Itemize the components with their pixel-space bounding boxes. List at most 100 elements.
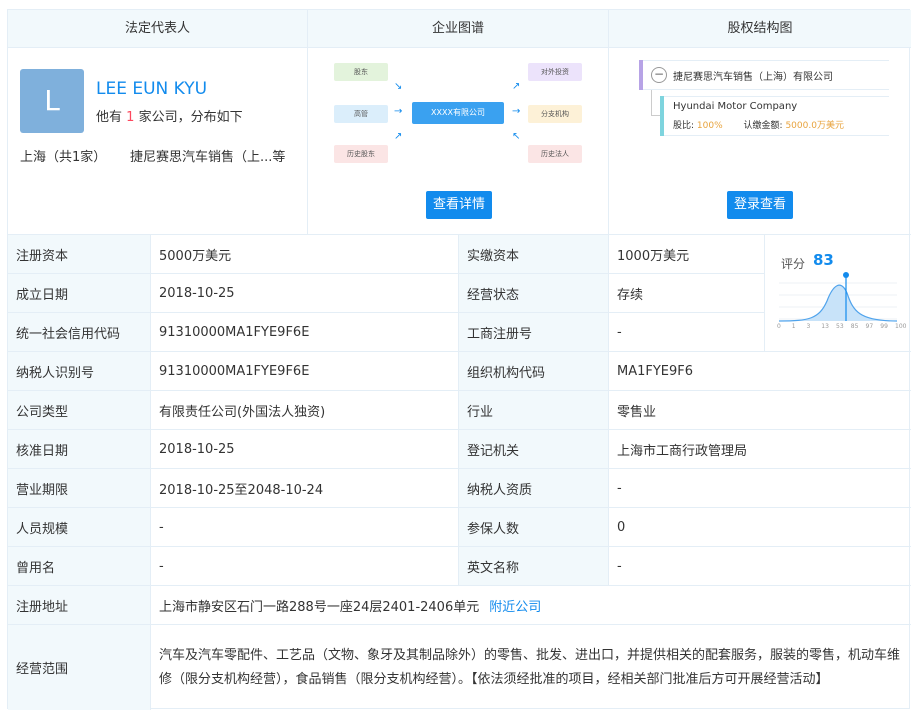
- legal-rep-name[interactable]: LEE EUN KYU: [96, 79, 207, 99]
- graph-node-history-shareholder: 历史股东: [334, 145, 388, 163]
- scope-label: 经营范围: [8, 625, 151, 710]
- avatar: L: [20, 69, 84, 133]
- legal-rep-company-link[interactable]: 捷尼赛思汽车销售（上...等: [130, 146, 285, 165]
- field-label: 人员规模: [8, 508, 151, 546]
- field-value: 2018-10-25: [151, 430, 459, 468]
- address-value-cell: 上海市静安区石门一路288号一座24层2401-2406单元 附近公司: [151, 586, 911, 624]
- score-tick-label: 85: [850, 323, 859, 330]
- nearby-companies-link[interactable]: 附近公司: [489, 596, 541, 615]
- enterprise-graph-panel: 股东 高管 历史股东 XXXX有限公司 对外投资 分支机构 历史法人 ↘ → ↗…: [308, 48, 609, 235]
- field-value: 91310000MA1FYE9F6E: [151, 313, 459, 351]
- field-value: -: [151, 508, 459, 546]
- score-label: 评分: [781, 257, 806, 271]
- equity-holder-detail: 股比: 100% 认缴金额: 5000.0万美元: [673, 118, 844, 131]
- score-tick-label: 99: [880, 323, 888, 330]
- table-row: 统一社会信用代码 91310000MA1FYE9F6E 工商注册号 -: [8, 313, 765, 352]
- field-value: 1000万美元: [609, 235, 765, 273]
- ratio-label: 股比:: [673, 121, 695, 131]
- field-label: 统一社会信用代码: [8, 313, 151, 351]
- graph-node-branch: 分支机构: [528, 105, 582, 123]
- amount-value: 5000.0万美元: [785, 121, 844, 131]
- score-distribution-curve: [779, 272, 898, 322]
- field-label: 参保人数: [459, 508, 609, 546]
- table-row: 注册资本 5000万美元 实缴资本 1000万美元: [8, 235, 765, 274]
- graph-node-history-legal: 历史法人: [528, 145, 582, 163]
- company-info-card: 法定代表人 企业图谱 股权结构图 L LEE EUN KYU 他有 1 家公司，…: [7, 9, 911, 710]
- legal-rep-city: 上海（共1家）: [20, 150, 107, 165]
- equity-holder-bar: [660, 96, 664, 136]
- table-row: 人员规模 - 参保人数 0: [8, 508, 911, 547]
- field-value: -: [609, 313, 765, 351]
- legal-rep-panel: L LEE EUN KYU 他有 1 家公司，分布如下 上海（共1家） 捷尼赛思…: [8, 48, 308, 235]
- table-row: 成立日期 2018-10-25 经营状态 存续: [8, 274, 765, 313]
- company-count: 1: [126, 110, 135, 125]
- field-label: 纳税人资质: [459, 469, 609, 507]
- header-equity-structure: 股权结构图: [609, 10, 911, 48]
- arrow-icon: →: [394, 106, 403, 117]
- field-value: 2018-10-25: [151, 274, 459, 312]
- field-value: 上海市工商行政管理局: [617, 443, 748, 459]
- field-label: 曾用名: [8, 547, 151, 585]
- field-label: 组织机构代码: [459, 352, 609, 390]
- arrow-icon: ↖: [512, 131, 521, 142]
- header-enterprise-graph: 企业图谱: [308, 10, 609, 48]
- field-label: 成立日期: [8, 274, 151, 312]
- score-tick-label: 3: [806, 323, 811, 330]
- field-value: 存续: [609, 274, 765, 312]
- field-label: 营业期限: [8, 469, 151, 507]
- equity-holder-name: Hyundai Motor Company: [673, 101, 798, 112]
- graph-node-shareholder: 股东: [334, 63, 388, 81]
- amount-label: 认缴金额:: [743, 121, 783, 131]
- arrow-icon: ↘: [394, 81, 403, 92]
- table-row-address: 注册地址 上海市静安区石门一路288号一座24层2401-2406单元 附近公司: [8, 586, 911, 625]
- field-label: 公司类型: [8, 391, 151, 429]
- field-value: 91310000MA1FYE9F6E: [151, 352, 459, 390]
- field-value: 5000万美元: [151, 235, 459, 273]
- score-value: 83: [813, 251, 834, 269]
- address-label: 注册地址: [8, 586, 151, 624]
- collapse-icon[interactable]: −: [651, 67, 667, 83]
- ratio-value: 100%: [696, 121, 723, 131]
- score-tick-label: 13: [821, 323, 829, 330]
- equity-company-name: 捷尼赛思汽车销售（上海）有限公司: [673, 72, 833, 83]
- table-row: 核准日期 2018-10-25 登记机关 上海市工商行政管理局: [8, 430, 911, 469]
- arrow-icon: ↗: [512, 81, 521, 92]
- field-value: MA1FYE9F6: [617, 363, 694, 379]
- field-label: 登记机关: [459, 430, 609, 468]
- table-row: 纳税人识别号 91310000MA1FYE9F6E 组织机构代码 MA1FYE9F6: [8, 352, 911, 391]
- score-tick-label: 53: [836, 323, 844, 330]
- graph-node-investment: 对外投资: [528, 63, 582, 81]
- header-legal-rep: 法定代表人: [8, 10, 308, 48]
- table-row-scope: 经营范围 汽车及汽车零配件、工艺品（文物、象牙及其制品除外）的零售、批发、进出口，…: [8, 625, 911, 710]
- field-label: 注册资本: [8, 235, 151, 273]
- legal-rep-summary: 他有 1 家公司，分布如下: [96, 106, 243, 125]
- arrow-icon: →: [512, 106, 521, 117]
- field-value: 有限责任公司(外国法人独资): [151, 391, 459, 429]
- score-tick-label: 100: [895, 323, 907, 330]
- score-axis-ticks: 0 1 3 13 53 85 97 99 100: [777, 323, 906, 333]
- field-value: -: [151, 547, 459, 585]
- field-label: 实缴资本: [459, 235, 609, 273]
- field-value: 0: [617, 519, 626, 535]
- table-row: 公司类型 有限责任公司(外国法人独资) 行业 零售业: [8, 391, 911, 430]
- equity-company-bar: [639, 60, 643, 90]
- scope-value: 汽车及汽车零配件、工艺品（文物、象牙及其制品除外）的零售、批发、进出口，并提供相…: [159, 647, 901, 687]
- field-value: 零售业: [617, 404, 657, 420]
- field-label: 行业: [459, 391, 609, 429]
- field-label: 纳税人识别号: [8, 352, 151, 390]
- field-value: -: [617, 480, 622, 496]
- address-value: 上海市静安区石门一路288号一座24层2401-2406单元: [159, 599, 480, 615]
- score-tick-label: 1: [791, 323, 796, 330]
- field-label: 英文名称: [459, 547, 609, 585]
- graph-node-executive: 高管: [334, 105, 388, 123]
- field-value: 2018-10-25至2048-10-24: [151, 469, 459, 507]
- field-label: 核准日期: [8, 430, 151, 468]
- score-tick-label: 97: [865, 323, 874, 330]
- field-label: 经营状态: [459, 274, 609, 312]
- table-row: 曾用名 - 英文名称 -: [8, 547, 911, 586]
- summary-suffix: 家公司，分布如下: [138, 110, 243, 125]
- table-row: 营业期限 2018-10-25至2048-10-24 纳税人资质 -: [8, 469, 911, 508]
- login-to-view-button[interactable]: 登录查看: [727, 191, 793, 219]
- view-details-button[interactable]: 查看详情: [426, 191, 492, 219]
- arrow-icon: ↗: [394, 131, 403, 142]
